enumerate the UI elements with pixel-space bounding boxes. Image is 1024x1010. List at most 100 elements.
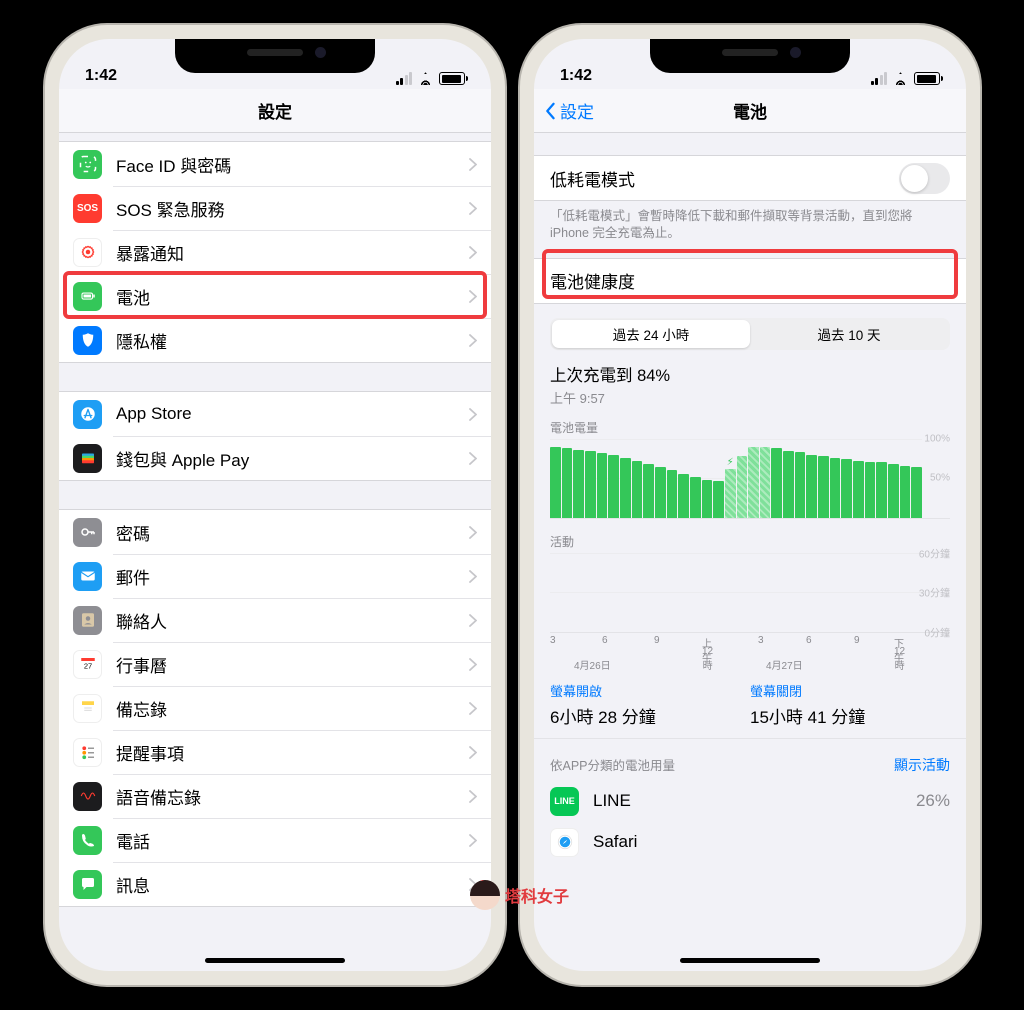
segment-10d[interactable]: 過去 10 天: [750, 320, 948, 348]
home-indicator: [205, 958, 345, 963]
battery-indicator-icon: [439, 72, 465, 85]
segment-24h[interactable]: 過去 24 小時: [552, 320, 750, 348]
notes-icon: [73, 694, 102, 723]
wallet-item[interactable]: 錢包與 Apple Pay: [59, 436, 491, 480]
svg-text:27: 27: [83, 662, 91, 671]
face-id-passcode-item[interactable]: Face ID 與密碼: [59, 142, 491, 186]
status-time: 1:42: [85, 67, 117, 85]
contacts-item[interactable]: 聯絡人: [59, 598, 491, 642]
cellular-icon: [396, 72, 413, 85]
cell-label: SOS 緊急服務: [116, 196, 469, 221]
cell-label: 行事曆: [116, 652, 469, 677]
cell-label: 隱私權: [116, 328, 469, 353]
cell-label: Face ID 與密碼: [116, 152, 469, 177]
app-usage-row[interactable]: Safari: [534, 822, 966, 863]
phone-icon: [73, 826, 102, 855]
cellular-icon: [871, 72, 888, 85]
app-usage-header: 依APP分類的電池用量: [550, 755, 675, 775]
reminders-item[interactable]: 提醒事項: [59, 730, 491, 774]
app-store-item[interactable]: App Store: [59, 392, 491, 436]
battery-item[interactable]: 電池: [59, 274, 491, 318]
battery-level-chart-title: 電池電量: [550, 419, 598, 436]
messages-item[interactable]: 訊息: [59, 862, 491, 906]
exposure-icon: [73, 238, 102, 267]
phone-mockup-settings: 1:42 設定 Face ID 與密碼 SOS SOS 緊急服務 暴露通知 電池…: [45, 25, 505, 985]
cell-label: 電池: [116, 284, 469, 309]
status-time: 1:42: [560, 67, 592, 85]
x-axis-labels: 3 6 9 上午12時 3 6 9 下午12時 4月26日 4月27日: [550, 635, 950, 669]
calendar-item[interactable]: 27 行事曆: [59, 642, 491, 686]
show-activity-link[interactable]: 顯示活動: [894, 755, 950, 775]
chevron-right-icon: [469, 746, 477, 759]
battery-level-chart: 100% 50% ⚡︎: [550, 439, 950, 519]
cell-label: 密碼: [116, 520, 469, 545]
last-charge-time: 上午 9:57: [550, 388, 950, 407]
chevron-right-icon: [469, 702, 477, 715]
phone-item[interactable]: 電話: [59, 818, 491, 862]
voice-memos-icon: [73, 782, 102, 811]
mail-item[interactable]: 郵件: [59, 554, 491, 598]
key-icon: [73, 518, 102, 547]
app-name: LINE: [593, 791, 916, 811]
cell-label: 暴露通知: [116, 240, 469, 265]
cell-label: 訊息: [116, 872, 469, 897]
face-id-icon: [73, 150, 102, 179]
chevron-right-icon: [469, 790, 477, 803]
cell-label: 電話: [116, 828, 469, 853]
emergency-sos-item[interactable]: SOS SOS 緊急服務: [59, 186, 491, 230]
back-label: 設定: [560, 98, 594, 123]
app-percent: 26%: [916, 791, 950, 811]
back-button[interactable]: 設定: [544, 98, 594, 123]
passwords-item[interactable]: 密碼: [59, 510, 491, 554]
low-power-mode-row[interactable]: 低耗電模式: [534, 156, 966, 200]
page-title: 電池: [733, 98, 767, 123]
app-name: Safari: [593, 832, 950, 852]
line-icon: LINE: [550, 787, 579, 816]
voice-memos-item[interactable]: 語音備忘錄: [59, 774, 491, 818]
phone-mockup-battery: 1:42 設定 電池 低耗電模式 「低耗電模式」會暫時降低下載和郵件擷取等背景活…: [520, 25, 980, 985]
chevron-right-icon: [469, 158, 477, 171]
last-charge-label: 上次充電到 84%: [550, 362, 950, 386]
screen-off-title: 螢幕關閉: [750, 681, 950, 700]
cell-label: App Store: [116, 404, 469, 424]
usage-summary: 螢幕開啟 6小時 28 分鐘 螢幕關閉 15小時 41 分鐘: [534, 675, 966, 739]
privacy-item[interactable]: 隱私權: [59, 318, 491, 362]
chevron-right-icon: [469, 290, 477, 303]
page-title: 設定: [258, 98, 292, 123]
cell-label: 語音備忘錄: [116, 784, 469, 809]
battery-health-row[interactable]: 電池健康度: [534, 259, 966, 303]
chevron-right-icon: [469, 658, 477, 671]
low-power-mode-toggle[interactable]: [899, 163, 950, 194]
watermark: 塔科女子: [470, 880, 569, 910]
wifi-icon: [417, 72, 434, 85]
battery-indicator-icon: [914, 72, 940, 85]
cell-label: 郵件: [116, 564, 469, 589]
cell-label: 聯絡人: [116, 608, 469, 633]
reminders-icon: [73, 738, 102, 767]
cell-label: 提醒事項: [116, 740, 469, 765]
activity-chart-title: 活動: [550, 533, 574, 550]
exposure-notification-item[interactable]: 暴露通知: [59, 230, 491, 274]
screen-off-value: 15小時 41 分鐘: [750, 703, 950, 728]
wifi-icon: [892, 72, 909, 85]
sos-icon: SOS: [73, 194, 102, 223]
safari-icon: [550, 828, 579, 857]
chevron-right-icon: [469, 452, 477, 465]
screen-on-value: 6小時 28 分鐘: [550, 703, 750, 728]
contacts-icon: [73, 606, 102, 635]
privacy-icon: [73, 326, 102, 355]
chevron-right-icon: [469, 202, 477, 215]
notes-item[interactable]: 備忘錄: [59, 686, 491, 730]
home-indicator: [680, 958, 820, 963]
time-range-segment[interactable]: 過去 24 小時 過去 10 天: [550, 318, 950, 350]
app-usage-row[interactable]: LINE LINE 26%: [534, 781, 966, 822]
cell-label: 錢包與 Apple Pay: [116, 446, 469, 471]
screen-on-title: 螢幕開啟: [550, 681, 750, 700]
app-store-icon: [73, 400, 102, 429]
nav-bar: 設定: [59, 89, 491, 133]
wallet-icon: [73, 444, 102, 473]
nav-bar: 設定 電池: [534, 89, 966, 133]
notch: [650, 39, 850, 73]
low-power-mode-label: 低耗電模式: [550, 166, 899, 191]
notch: [175, 39, 375, 73]
